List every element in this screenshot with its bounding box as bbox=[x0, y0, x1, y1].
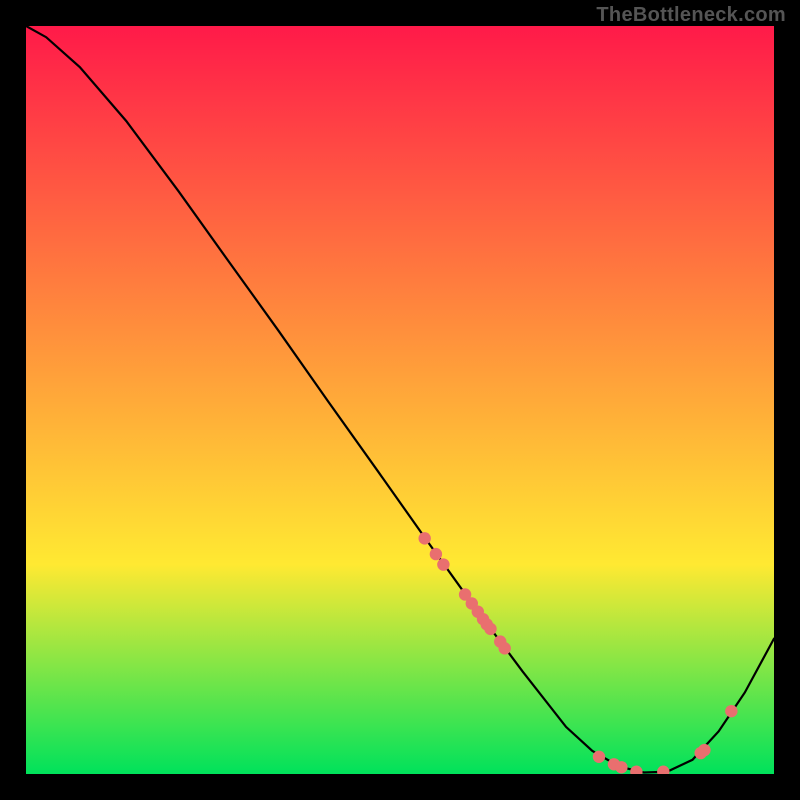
figure-frame: TheBottleneck.com bbox=[0, 0, 800, 800]
marker-dot bbox=[698, 744, 710, 756]
marker-dot bbox=[725, 705, 737, 717]
marker-dot bbox=[593, 751, 605, 763]
marker-dot bbox=[484, 623, 496, 635]
marker-dot bbox=[418, 532, 430, 544]
watermark-text: TheBottleneck.com bbox=[596, 4, 786, 27]
plot-svg bbox=[26, 26, 774, 774]
marker-dot bbox=[499, 642, 511, 654]
marker-dot bbox=[615, 761, 627, 773]
plot-area bbox=[26, 26, 774, 774]
marker-dot bbox=[430, 548, 442, 560]
marker-dot bbox=[437, 558, 449, 570]
